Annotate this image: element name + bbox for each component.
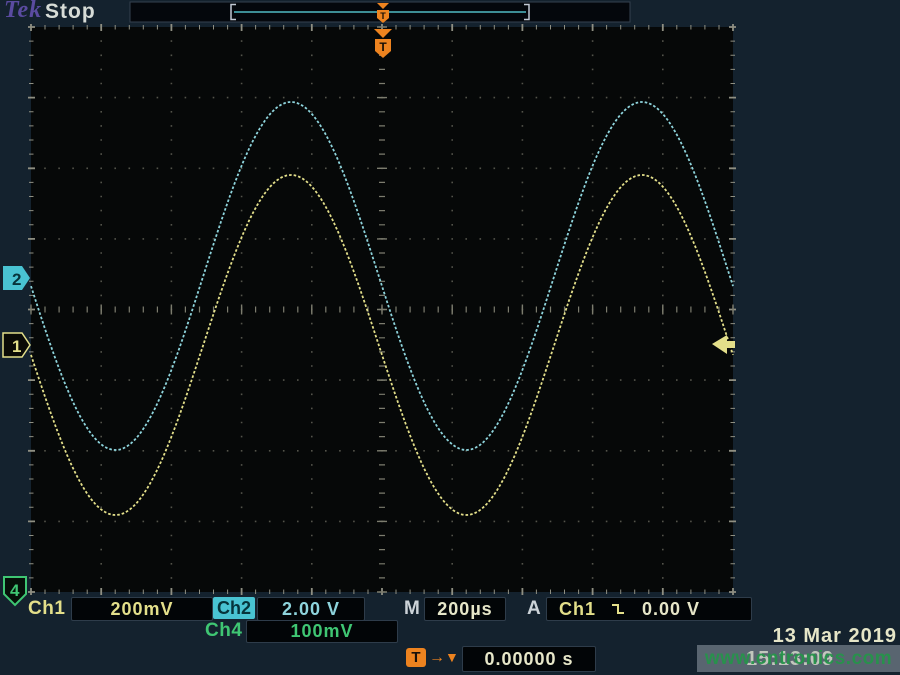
ch2-label-selected: Ch2 (213, 597, 255, 619)
acquisition-status: Stop (45, 0, 96, 24)
svg-text:2: 2 (12, 270, 21, 289)
ch2-scale-readout: 2.00 V (257, 597, 365, 621)
ch4-position-marker: 4 (4, 577, 26, 605)
timebase-label: M (404, 598, 420, 620)
trigger-readout: Ch1 0.00 V (546, 597, 752, 621)
svg-text:T: T (379, 40, 387, 54)
arrow-right-icon: → (429, 649, 445, 667)
trigger-source: Ch1 (559, 599, 596, 620)
falling-edge-icon (610, 601, 626, 617)
ch1-scale-readout: 200mV (71, 597, 213, 621)
watermark-text: www.cntronics.com (705, 648, 892, 670)
svg-text:1: 1 (12, 337, 21, 356)
oscilloscope-screen: T T 2 1 4 Tek Stop Ch1 200mV Ch2 2.00 V … (0, 0, 900, 675)
tek-logo: Tek (4, 0, 42, 24)
ch4-label: Ch4 (205, 620, 242, 642)
record-view-bar: T (130, 2, 630, 23)
svg-text:4: 4 (10, 581, 20, 600)
ch4-scale-readout: 100mV (246, 620, 398, 643)
ch1-label: Ch1 (28, 598, 65, 620)
arrow-down-icon: ▼ (445, 649, 459, 665)
ch2-position-marker: 2 (3, 266, 30, 290)
ch1-position-marker: 1 (3, 333, 30, 357)
trigger-t-icon: T (406, 648, 426, 667)
trigger-system-label: A (527, 598, 541, 620)
trigger-time-readout: 0.00000 s (462, 646, 596, 672)
trigger-level: 0.00 V (642, 599, 700, 620)
scope-display: T T 2 1 4 (0, 0, 900, 675)
watermark: www.cntronics.com (697, 645, 900, 672)
svg-text:T: T (380, 11, 386, 21)
timebase-readout: 200µs (424, 597, 506, 621)
